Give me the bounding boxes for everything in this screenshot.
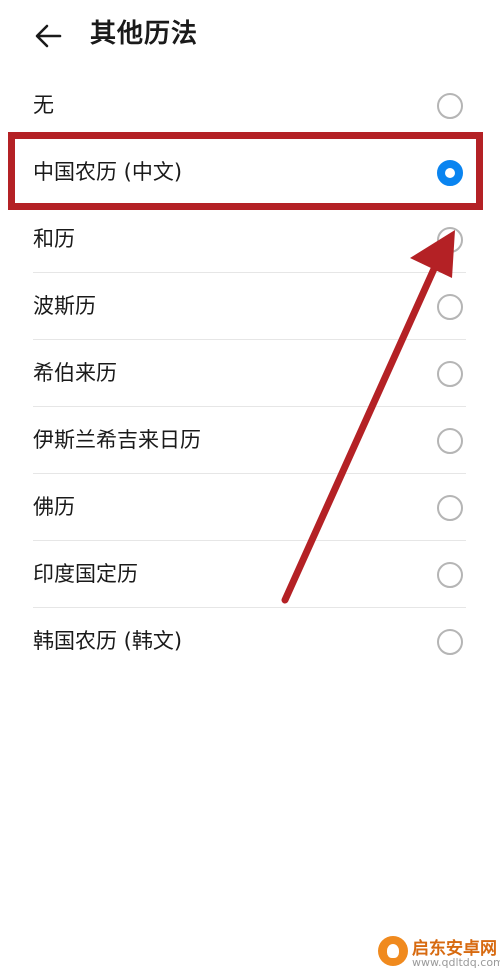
- watermark-logo-icon: [378, 936, 408, 966]
- option-chinese-lunar[interactable]: 中国农历 (中文): [0, 139, 500, 206]
- radio-button[interactable]: [437, 428, 463, 454]
- option-label: 印度国定历: [33, 562, 138, 586]
- watermark-url: www.qdltdq.com: [412, 956, 500, 969]
- option-label: 伊斯兰希吉来日历: [33, 428, 201, 452]
- radio-button[interactable]: [437, 562, 463, 588]
- option-indian-national[interactable]: 印度国定历: [0, 541, 500, 608]
- radio-button[interactable]: [437, 227, 463, 253]
- radio-button[interactable]: [437, 294, 463, 320]
- option-label: 韩国农历 (韩文): [33, 629, 183, 653]
- radio-button[interactable]: [437, 629, 463, 655]
- option-label: 佛历: [33, 495, 75, 519]
- option-buddhist[interactable]: 佛历: [0, 474, 500, 541]
- radio-button-selected[interactable]: [437, 160, 463, 186]
- option-islamic[interactable]: 伊斯兰希吉来日历: [0, 407, 500, 474]
- option-label: 中国农历 (中文): [33, 160, 183, 184]
- option-label: 波斯历: [33, 294, 96, 318]
- app-header: 其他历法: [0, 0, 500, 70]
- option-japanese[interactable]: 和历: [0, 206, 500, 273]
- option-none[interactable]: 无: [0, 72, 500, 139]
- option-label: 希伯来历: [33, 361, 117, 385]
- back-button[interactable]: [30, 18, 66, 54]
- watermark: 启东安卓网 www.qdltdq.com: [378, 932, 500, 976]
- radio-button[interactable]: [437, 361, 463, 387]
- page-title: 其他历法: [90, 19, 199, 49]
- arrow-left-icon: [35, 24, 62, 48]
- radio-button[interactable]: [437, 93, 463, 119]
- calendar-options-list: 无 中国农历 (中文) 和历 波斯历 希伯来历 伊斯兰希吉来日历 佛历 印度国定…: [0, 72, 500, 675]
- option-korean-lunar[interactable]: 韩国农历 (韩文): [0, 608, 500, 675]
- radio-button[interactable]: [437, 495, 463, 521]
- option-persian[interactable]: 波斯历: [0, 273, 500, 340]
- option-label: 无: [33, 93, 54, 117]
- option-label: 和历: [33, 227, 75, 251]
- option-hebrew[interactable]: 希伯来历: [0, 340, 500, 407]
